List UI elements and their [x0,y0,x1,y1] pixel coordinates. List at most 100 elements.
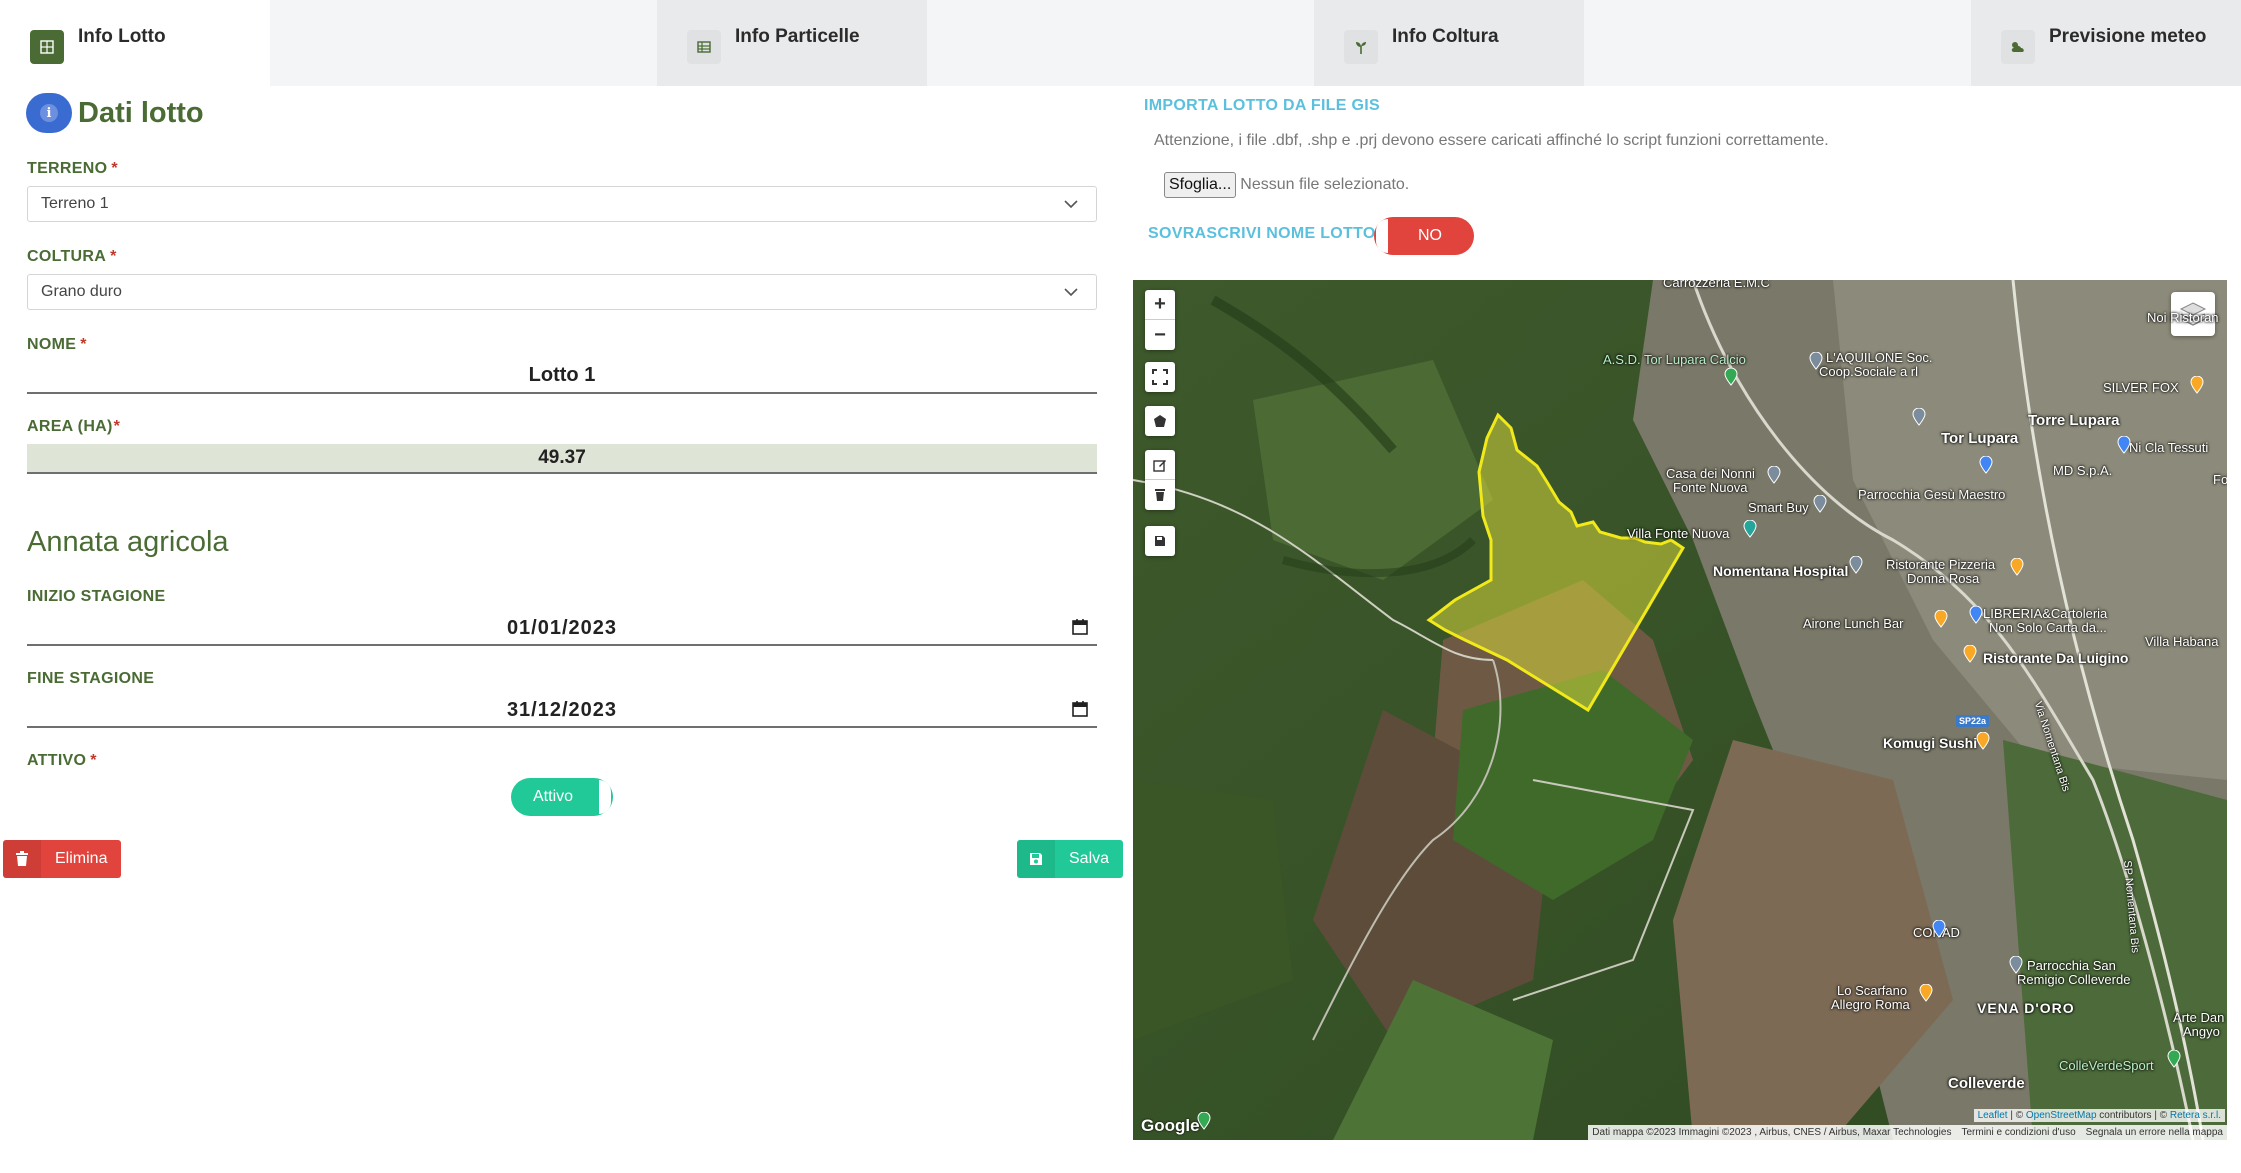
tab-previsione-meteo[interactable]: Previsione meteo [1971,0,2241,86]
map[interactable]: + − Carrozzeria E.M.C A.S.D. Tor Lupara … [1133,280,2227,1140]
retera-link[interactable]: Retera s.r.l. [2170,1110,2221,1121]
gis-import-title: IMPORTA LOTTO DA FILE GIS [1144,97,1380,114]
map-pin-icon[interactable] [2190,376,2204,394]
terreno-label: TERRENO * [27,160,118,177]
calendar-icon[interactable] [1071,700,1089,718]
zoom-out-button[interactable]: − [1145,320,1175,350]
tab-info-coltura[interactable]: Info Coltura [1314,0,1584,86]
attivo-toggle[interactable]: Attivo [511,778,613,816]
calendar-icon[interactable] [1071,618,1089,636]
map-label: Allegro Roma [1831,997,1910,1012]
map-label: Ristorante Da Luigino [1983,650,2129,666]
tab-label: Info Lotto [78,26,166,47]
map-label: Villa Habana [2145,634,2219,649]
attivo-toggle-label: Attivo [533,788,574,805]
section-title: Annata agricola [27,526,229,558]
toggle-knob [1376,219,1388,253]
tab-label: Info Coltura [1392,26,1499,47]
map-pin-icon[interactable] [1813,495,1827,513]
save-button[interactable]: Salva [1017,840,1124,878]
map-label: VENA D'ORO [1977,1000,2075,1016]
fullscreen-icon[interactable] [1145,362,1175,392]
grid-icon [30,30,64,64]
chevron-down-icon [1064,200,1078,209]
tab-bar: Info Lotto Info Particelle Info Coltura … [0,0,2241,86]
coltura-select[interactable]: Grano duro [27,274,1097,310]
map-pin-icon[interactable] [2010,558,2024,576]
map-label: Komugi Sushi [1883,735,1978,751]
map-footer: Dati mappa ©2023 Immagini ©2023 , Airbus… [1588,1125,2227,1140]
inizio-stagione-input[interactable]: 01/01/2023 [27,612,1097,646]
coltura-value: Grano duro [41,283,122,300]
nome-input[interactable]: Lotto 1 [27,358,1097,394]
map-label: Non Solo Carta da... [1989,620,2107,635]
tab-label: Info Particelle [735,26,860,47]
area-label: AREA (HA)* [27,418,121,435]
fullscreen-control [1145,362,1175,392]
zoom-in-button[interactable]: + [1145,290,1175,320]
map-label: Arte Dan [2173,1010,2225,1025]
report-error-link[interactable]: Segnala un errore nella mappa [2086,1127,2223,1138]
map-label: Parrocchia Gesù Maestro [1858,487,2006,502]
map-label: L'AQUILONE Soc. [1826,350,1933,365]
trash-icon [3,840,41,878]
map-label: Smart Buy [1748,500,1809,515]
map-pin-icon[interactable] [1919,984,1933,1002]
area-input: 49.37 [27,444,1097,474]
map-label: ColleVerdeSport [2059,1058,2154,1073]
map-pin-icon[interactable] [1963,645,1977,663]
save-geometry-control [1145,526,1175,556]
attivo-label: ATTIVO * [27,752,97,769]
map-pin-icon[interactable] [1979,456,1993,474]
chevron-down-icon [1064,288,1078,297]
table-icon [687,30,721,64]
map-pin-icon[interactable] [1849,556,1863,574]
map-pin-icon[interactable] [1976,732,1990,750]
leaflet-link[interactable]: Leaflet [1978,1110,2008,1121]
page-title: Dati lotto [78,96,204,129]
map-pin-icon[interactable] [1969,606,1983,624]
terms-link[interactable]: Termini e condizioni d'uso [1961,1127,2075,1138]
inizio-stagione-value: 01/01/2023 [506,616,618,639]
map-label: Lo Scarfano [1837,983,1908,998]
map-pin-icon[interactable] [1809,352,1823,370]
delete-button[interactable]: Elimina [3,840,122,878]
draw-polygon-control [1145,406,1175,436]
map-label: Fo [2213,472,2227,487]
map-pin-icon[interactable] [2009,956,2023,974]
osm-link[interactable]: OpenStreetMap [2026,1110,2097,1121]
map-data-credit: Dati mappa ©2023 Immagini ©2023 , Airbus… [1592,1127,1952,1138]
fine-stagione-value: 31/12/2023 [506,698,618,721]
map-pin-icon[interactable] [1932,920,1946,938]
google-logo: Google [1141,1116,1200,1135]
save-icon[interactable] [1145,526,1175,556]
map-label: Parrocchia San [2027,958,2116,973]
map-label: Fonte Nuova [1673,480,1748,495]
map-pin-icon[interactable] [2117,436,2131,454]
edit-icon[interactable] [1145,450,1175,480]
polygon-icon[interactable] [1145,406,1175,436]
terreno-select[interactable]: Terreno 1 [27,186,1097,222]
fine-stagione-input[interactable]: 31/12/2023 [27,694,1097,728]
tab-info-particelle[interactable]: Info Particelle [657,0,927,86]
map-label: MD S.p.A. [2053,463,2113,478]
map-label: Remigio Colleverde [2017,972,2131,987]
map-label: Donna Rosa [1907,571,1980,586]
map-label: Tor Lupara [1941,430,2019,447]
map-pin-icon[interactable] [1912,408,1926,426]
trash-icon[interactable] [1145,480,1175,510]
map-label: Villa Fonte Nuova [1627,526,1730,541]
nome-label: NOME * [27,336,87,353]
map-pin-icon[interactable] [1767,466,1781,484]
map-pin-icon[interactable] [1724,368,1738,386]
overwrite-name-toggle[interactable]: NO [1374,217,1474,255]
map-label: LIBRERIA&Cartoleria [1983,606,2108,621]
map-pin-icon[interactable] [1743,520,1757,538]
gis-import-note: Attenzione, i file .dbf, .shp e .prj dev… [1154,132,1829,149]
map-label: Casa dei Nonni [1666,466,1755,481]
map-pin-icon[interactable] [2167,1050,2181,1068]
tab-info-lotto[interactable]: Info Lotto [0,0,270,86]
sprout-icon [1344,30,1378,64]
browse-button[interactable]: Sfoglia... [1164,172,1237,198]
map-pin-icon[interactable] [1934,610,1948,628]
